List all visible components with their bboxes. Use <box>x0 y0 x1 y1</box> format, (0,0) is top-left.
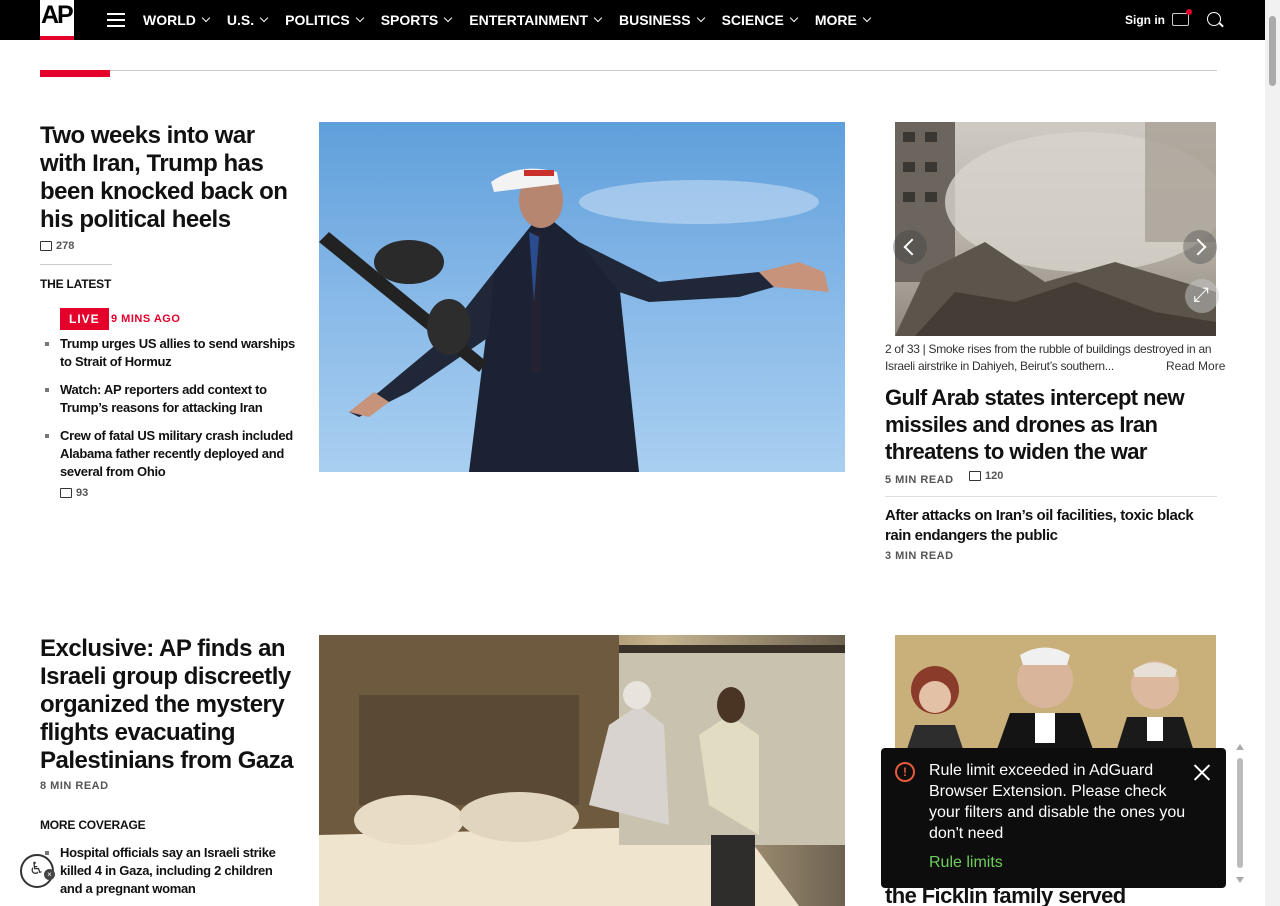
chevron-down-icon <box>355 13 364 23</box>
nav-label: POLITICS <box>285 12 350 28</box>
comment-count: 278 <box>56 240 75 252</box>
comment-icon <box>60 488 72 498</box>
slideshow-photo[interactable] <box>895 122 1216 336</box>
read-time: 5 MIN READ <box>885 474 954 486</box>
lead-story-headline[interactable]: Two weeks into war with Iran, Trump has … <box>40 122 300 234</box>
chevron-down-icon <box>444 13 453 23</box>
slideshow-next-button[interactable] <box>1183 230 1217 264</box>
nav-item-politics[interactable]: POLITICS <box>285 12 364 28</box>
section-accent-bar <box>40 70 110 77</box>
nav-label: ENTERTAINMENT <box>469 12 588 28</box>
chevron-down-icon <box>696 13 705 23</box>
latest-item-3[interactable]: Crew of fatal US military crash included… <box>45 427 296 481</box>
rule-limits-link[interactable]: Rule limits <box>929 854 1003 872</box>
top-navigation-bar: AP WORLD U.S. POLITICS SPORTS ENTERTAINM… <box>0 0 1265 40</box>
story-comments-gulf[interactable]: 120 <box>969 470 1003 482</box>
page-scrollbar[interactable] <box>1265 0 1280 906</box>
close-icon[interactable] <box>1192 762 1212 782</box>
section-divider <box>40 70 1217 71</box>
notifications-chat-icon[interactable] <box>1172 9 1192 26</box>
story-headline-black-rain[interactable]: After attacks on Iran’s oil facilities, … <box>885 506 1221 546</box>
nav-item-sports[interactable]: SPORTS <box>380 12 453 28</box>
live-timestamp: 9 MINS AGO <box>111 313 181 325</box>
nav-label: SPORTS <box>380 12 439 28</box>
adguard-toast: ! Rule limit exceeded in AdGuard Browser… <box>881 748 1226 888</box>
slide-counter: 2 of 33 | <box>885 342 926 356</box>
photo-rubble-smoke-illustration <box>895 122 1216 336</box>
nav-label: BUSINESS <box>619 12 691 28</box>
close-accessibility-icon[interactable]: × <box>44 869 55 880</box>
logo-text: AP <box>41 1 74 29</box>
scrollbar-thumb[interactable] <box>1237 758 1243 868</box>
photo-formal-portrait-illustration <box>895 635 1216 755</box>
comment-count: 120 <box>985 470 1004 482</box>
slideshow-previous-button[interactable] <box>893 230 927 264</box>
scrollbar-thumb[interactable] <box>1269 16 1276 86</box>
nav-label: MORE <box>814 12 857 28</box>
nav-label: WORLD <box>143 12 196 28</box>
comment-icon <box>969 471 981 481</box>
chevron-down-icon <box>862 13 872 23</box>
hamburger-menu-icon[interactable] <box>107 13 125 27</box>
lead-story-comments[interactable]: 278 <box>40 240 74 252</box>
warning-icon: ! <box>895 762 915 782</box>
search-icon[interactable] <box>1207 12 1221 26</box>
sign-in-link[interactable]: Sign in <box>1125 13 1165 27</box>
comment-count: 93 <box>76 487 89 499</box>
chevron-down-icon <box>789 13 799 23</box>
latest-divider <box>40 264 112 265</box>
nav-item-entertainment[interactable]: ENTERTAINMENT <box>469 12 603 28</box>
read-time: 3 MIN READ <box>885 550 954 562</box>
ap-logo[interactable]: AP <box>40 0 74 40</box>
gaza-flights-photo[interactable] <box>319 635 845 906</box>
scroll-up-arrow-icon[interactable] <box>1236 744 1244 750</box>
live-badge[interactable]: LIVE <box>60 308 109 330</box>
expand-fullscreen-icon[interactable] <box>1185 279 1219 313</box>
ficklin-story-photo[interactable] <box>895 635 1216 755</box>
latest-item-1[interactable]: Trump urges US allies to send warships t… <box>45 335 296 371</box>
photo-man-speaking-illustration <box>319 168 829 472</box>
latest-item-2[interactable]: Watch: AP reporters add context to Trump… <box>45 381 296 417</box>
toast-message: Rule limit exceeded in AdGuard Browser E… <box>929 762 1186 842</box>
chevron-down-icon <box>593 13 603 23</box>
the-latest-label: THE LATEST <box>40 277 112 291</box>
comment-icon <box>40 241 52 251</box>
more-coverage-item-1[interactable]: Hospital officials say an Israeli strike… <box>45 844 296 898</box>
nav-item-world[interactable]: WORLD <box>143 12 211 28</box>
nav-label: SCIENCE <box>721 12 784 28</box>
read-time: 8 MIN READ <box>40 780 109 792</box>
scroll-down-arrow-icon[interactable] <box>1236 877 1244 883</box>
more-coverage-label: MORE COVERAGE <box>40 818 146 832</box>
read-more-link[interactable]: Read More <box>1160 359 1226 373</box>
chevron-down-icon <box>259 13 269 23</box>
nav-item-science[interactable]: SCIENCE <box>721 12 799 28</box>
main-nav: WORLD U.S. POLITICS SPORTS ENTERTAINMENT… <box>143 0 888 40</box>
toast-scrollbar[interactable] <box>1235 744 1245 886</box>
story-headline-gaza-flights[interactable]: Exclusive: AP finds an Israeli group dis… <box>40 635 310 775</box>
nav-label: U.S. <box>226 12 255 28</box>
story-headline-gulf[interactable]: Gulf Arab states intercept new missiles … <box>885 384 1217 465</box>
latest-item-3-comments[interactable]: 93 <box>60 487 88 499</box>
nav-item-more[interactable]: MORE <box>814 12 872 28</box>
photo-hotel-room-illustration <box>319 635 845 906</box>
nav-item-us[interactable]: U.S. <box>226 12 269 28</box>
story-meta-gulf: 5 MIN READ 120 <box>885 470 1003 488</box>
nav-item-business[interactable]: BUSINESS <box>619 12 705 28</box>
chevron-down-icon <box>201 13 211 23</box>
lead-story-photo[interactable] <box>319 122 845 472</box>
story-divider <box>885 496 1217 497</box>
